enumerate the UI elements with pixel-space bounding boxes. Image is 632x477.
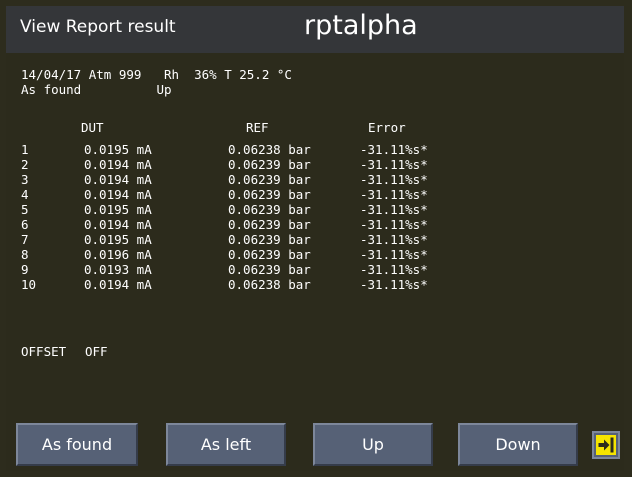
row-index: 10 (21, 277, 37, 292)
screen-title: View Report result (20, 17, 176, 37)
offset-label: OFFSET (21, 344, 67, 359)
offset-value: OFF (85, 344, 108, 359)
error-value: -31.11%s* (360, 277, 428, 292)
ref-value: 0.06238 bar (228, 142, 311, 157)
brand-title: rptalpha (304, 10, 418, 41)
row-index: 6 (21, 217, 29, 232)
row-index: 3 (21, 172, 29, 187)
as-left-button-label: As left (200, 435, 252, 454)
dut-value: 0.0194 mA (84, 277, 152, 292)
conditions-line: 14/04/17 Atm 999 Rh 36% T 25.2 °C (21, 67, 292, 82)
dut-value: 0.0194 mA (84, 157, 152, 172)
report-content: 14/04/17 Atm 999 Rh 36% T 25.2 °C As fou… (6, 53, 624, 420)
exit-arrow-icon (596, 435, 616, 455)
ref-value: 0.06239 bar (228, 232, 311, 247)
error-value: -31.11%s* (360, 202, 428, 217)
ref-value: 0.06239 bar (228, 217, 311, 232)
ref-value: 0.06239 bar (228, 262, 311, 277)
down-button-label: Down (495, 435, 541, 454)
up-button-label: Up (362, 435, 384, 454)
column-header-dut: DUT (81, 120, 104, 135)
down-button[interactable]: Down (458, 423, 578, 466)
as-found-button-label: As found (41, 435, 113, 454)
row-index: 9 (21, 262, 29, 277)
bottom-toolbar: As found As left Up Down (6, 420, 624, 471)
error-value: -31.11%s* (360, 262, 428, 277)
exit-button[interactable] (592, 431, 620, 459)
error-value: -31.11%s* (360, 142, 428, 157)
dut-value: 0.0196 mA (84, 247, 152, 262)
as-left-button[interactable]: As left (166, 423, 286, 466)
row-index: 1 (21, 142, 29, 157)
ref-value: 0.06239 bar (228, 202, 311, 217)
dut-value: 0.0195 mA (84, 232, 152, 247)
ref-value: 0.06239 bar (228, 247, 311, 262)
dut-value: 0.0194 mA (84, 172, 152, 187)
column-header-error: Error (368, 120, 406, 135)
ref-value: 0.06239 bar (228, 157, 311, 172)
title-bar: View Report result rptalpha (6, 6, 624, 53)
row-index: 8 (21, 247, 29, 262)
column-header-ref: REF (246, 120, 269, 135)
row-index: 2 (21, 157, 29, 172)
dut-value: 0.0194 mA (84, 217, 152, 232)
row-index: 5 (21, 202, 29, 217)
dut-value: 0.0193 mA (84, 262, 152, 277)
error-value: -31.11%s* (360, 232, 428, 247)
row-index: 7 (21, 232, 29, 247)
row-index: 4 (21, 187, 29, 202)
dut-value: 0.0195 mA (84, 202, 152, 217)
error-value: -31.11%s* (360, 217, 428, 232)
ref-value: 0.06238 bar (228, 277, 311, 292)
error-value: -31.11%s* (360, 172, 428, 187)
dut-value: 0.0195 mA (84, 142, 152, 157)
error-value: -31.11%s* (360, 247, 428, 262)
error-value: -31.11%s* (360, 187, 428, 202)
mode-line: As found Up (21, 82, 172, 97)
report-screen: View Report result rptalpha 14/04/17 Atm… (0, 0, 632, 477)
up-button[interactable]: Up (313, 423, 433, 466)
error-value: -31.11%s* (360, 157, 428, 172)
dut-value: 0.0194 mA (84, 187, 152, 202)
ref-value: 0.06239 bar (228, 172, 311, 187)
as-found-button[interactable]: As found (16, 423, 138, 466)
ref-value: 0.06239 bar (228, 187, 311, 202)
